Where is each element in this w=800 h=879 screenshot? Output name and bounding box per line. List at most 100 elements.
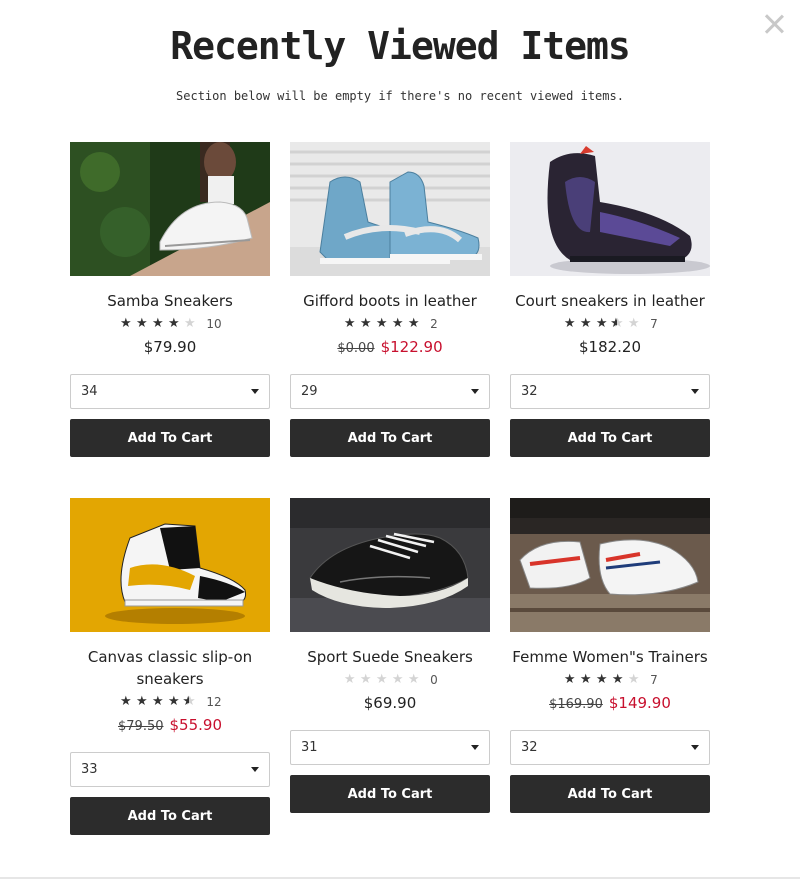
size-select[interactable]: 31 (290, 730, 490, 765)
product-image[interactable] (70, 142, 270, 276)
star-icon: ★ (627, 316, 640, 331)
rating-count: 10 (206, 317, 222, 331)
current-price: $69.90 (363, 694, 417, 712)
rating-stars: ★ ★ ★ ★ ★ (562, 316, 641, 332)
product-price: $182.20 (510, 338, 710, 360)
chevron-down-icon (691, 745, 699, 750)
star-icon: ★ (627, 672, 640, 687)
product-rating: ★★★★★ 7 (510, 670, 710, 690)
star-icon: ★ (343, 672, 356, 687)
rating-count: 7 (650, 317, 658, 331)
product-name[interactable]: Samba Sneakers (70, 290, 270, 312)
star-icon: ★ (184, 316, 196, 331)
star-icon: ★ (120, 694, 132, 709)
product-grid: Samba Sneakers ★ ★ ★ ★ ★ 10 $79.90 34 Add To… (70, 142, 710, 858)
product-image[interactable] (510, 498, 710, 632)
chevron-down-icon (691, 389, 699, 394)
product-rating: ★★★★★ 12 (70, 692, 270, 712)
current-price: $79.90 (143, 338, 197, 356)
product-card: Gifford boots in leather ★ ★ ★ ★ ★ 2 $0.00 $1… (290, 142, 490, 498)
add-to-cart-button[interactable]: Add To Cart (510, 419, 710, 457)
star-icon: ★ (120, 316, 132, 331)
product-price: $79.50 $55.90 (70, 716, 270, 738)
product-price: $169.90 $149.90 (510, 694, 710, 716)
rating-count: 2 (430, 317, 438, 331)
star-icon: ★ (375, 672, 388, 687)
star-icon: ★ (182, 695, 197, 710)
product-name[interactable]: Court sneakers in leather (510, 290, 710, 312)
product-price: $79.90 (70, 338, 270, 360)
star-icon: ★ (610, 317, 625, 332)
product-card: Femme Women"s Trainers ★ ★ ★ ★ ★ 7 $169.90 $1… (510, 498, 710, 858)
product-image[interactable] (510, 142, 710, 276)
product-card: Court sneakers in leather ★★★★★ 7 $182.2… (510, 142, 710, 498)
product-rating: ★ ★ ★ ★ ★ 10 (70, 314, 270, 334)
size-select[interactable]: 29 (290, 374, 490, 409)
sale-price: $55.90 (169, 716, 223, 734)
rating-stars: ★ ★ ★ ★ ★ (118, 694, 197, 710)
star-icon: ★ (611, 672, 624, 687)
chevron-down-icon (471, 389, 479, 394)
rating-stars: ★ ★ ★ ★ ★ (562, 673, 641, 687)
old-price: $79.50 (118, 719, 164, 734)
star-icon: ★ (136, 694, 148, 709)
product-name[interactable]: Femme Women"s Trainers (510, 646, 710, 668)
star-icon: ★ (563, 672, 576, 687)
chevron-down-icon (251, 389, 259, 394)
product-price: $69.90 (290, 694, 490, 716)
add-to-cart-button[interactable]: Add To Cart (290, 419, 490, 457)
add-to-cart-button[interactable]: Add To Cart (290, 775, 490, 813)
star-icon: ★ (563, 316, 576, 331)
product-card: Sport Suede Sneakers ★ ★ ★ ★ ★ 0 $69.90 31 A… (290, 498, 490, 858)
add-to-cart-button[interactable]: Add To Cart (70, 797, 270, 835)
product-image[interactable] (290, 498, 490, 632)
star-icon: ★ (579, 316, 592, 331)
star-icon: ★ (579, 672, 592, 687)
product-rating: ★ ★ ★ ★ ★ 0 (290, 670, 490, 690)
product-name[interactable]: Sport Suede Sneakers (290, 646, 490, 668)
star-icon: ★ (595, 316, 608, 331)
rating-count: 7 (650, 673, 658, 687)
size-value: 33 (81, 762, 98, 777)
product-card: Samba Sneakers ★ ★ ★ ★ ★ 10 $79.90 34 Add To… (70, 142, 270, 498)
add-to-cart-button[interactable]: Add To Cart (510, 775, 710, 813)
star-icon: ★ (407, 316, 420, 331)
product-image[interactable] (70, 498, 270, 632)
size-value: 34 (81, 384, 98, 399)
star-icon: ★ (343, 316, 356, 331)
star-icon: ★ (168, 316, 180, 331)
chevron-down-icon (251, 767, 259, 772)
sale-price: $149.90 (608, 694, 671, 712)
modal-subtitle: Section below will be empty if there's n… (176, 89, 624, 103)
size-select[interactable]: 33 (70, 752, 270, 787)
star-icon: ★ (391, 316, 404, 331)
size-select[interactable]: 32 (510, 374, 710, 409)
modal-title: Recently Viewed Items (170, 24, 630, 68)
product-card: Canvas classic slip-on sneakers ★★★★★ 12… (70, 498, 270, 858)
size-select[interactable]: 32 (510, 730, 710, 765)
old-price: $169.90 (549, 697, 603, 712)
product-rating: ★★★★★ 7 (510, 314, 710, 334)
product-rating: ★ ★ ★ ★ ★ 2 (290, 314, 490, 334)
size-value: 29 (301, 384, 318, 399)
rating-count: 12 (206, 695, 222, 709)
product-name[interactable]: Gifford boots in leather (290, 290, 490, 312)
star-icon: ★ (595, 672, 608, 687)
rating-stars: ★ ★ ★ ★ ★ (118, 317, 197, 331)
rating-count: 0 (430, 673, 438, 687)
star-icon: ★ (407, 672, 420, 687)
sale-price: $122.90 (380, 338, 443, 356)
size-value: 31 (301, 740, 318, 755)
product-name[interactable]: Canvas classic slip-on sneakers (70, 646, 270, 690)
star-icon: ★ (136, 316, 148, 331)
product-image[interactable] (290, 142, 490, 276)
rating-stars: ★ ★ ★ ★ ★ (342, 673, 421, 687)
add-to-cart-button[interactable]: Add To Cart (70, 419, 270, 457)
star-icon: ★ (152, 316, 164, 331)
size-select[interactable]: 34 (70, 374, 270, 409)
old-price: $0.00 (337, 341, 375, 356)
size-value: 32 (521, 740, 538, 755)
chevron-down-icon (471, 745, 479, 750)
star-icon: ★ (359, 672, 372, 687)
rating-stars: ★ ★ ★ ★ ★ (342, 317, 421, 331)
